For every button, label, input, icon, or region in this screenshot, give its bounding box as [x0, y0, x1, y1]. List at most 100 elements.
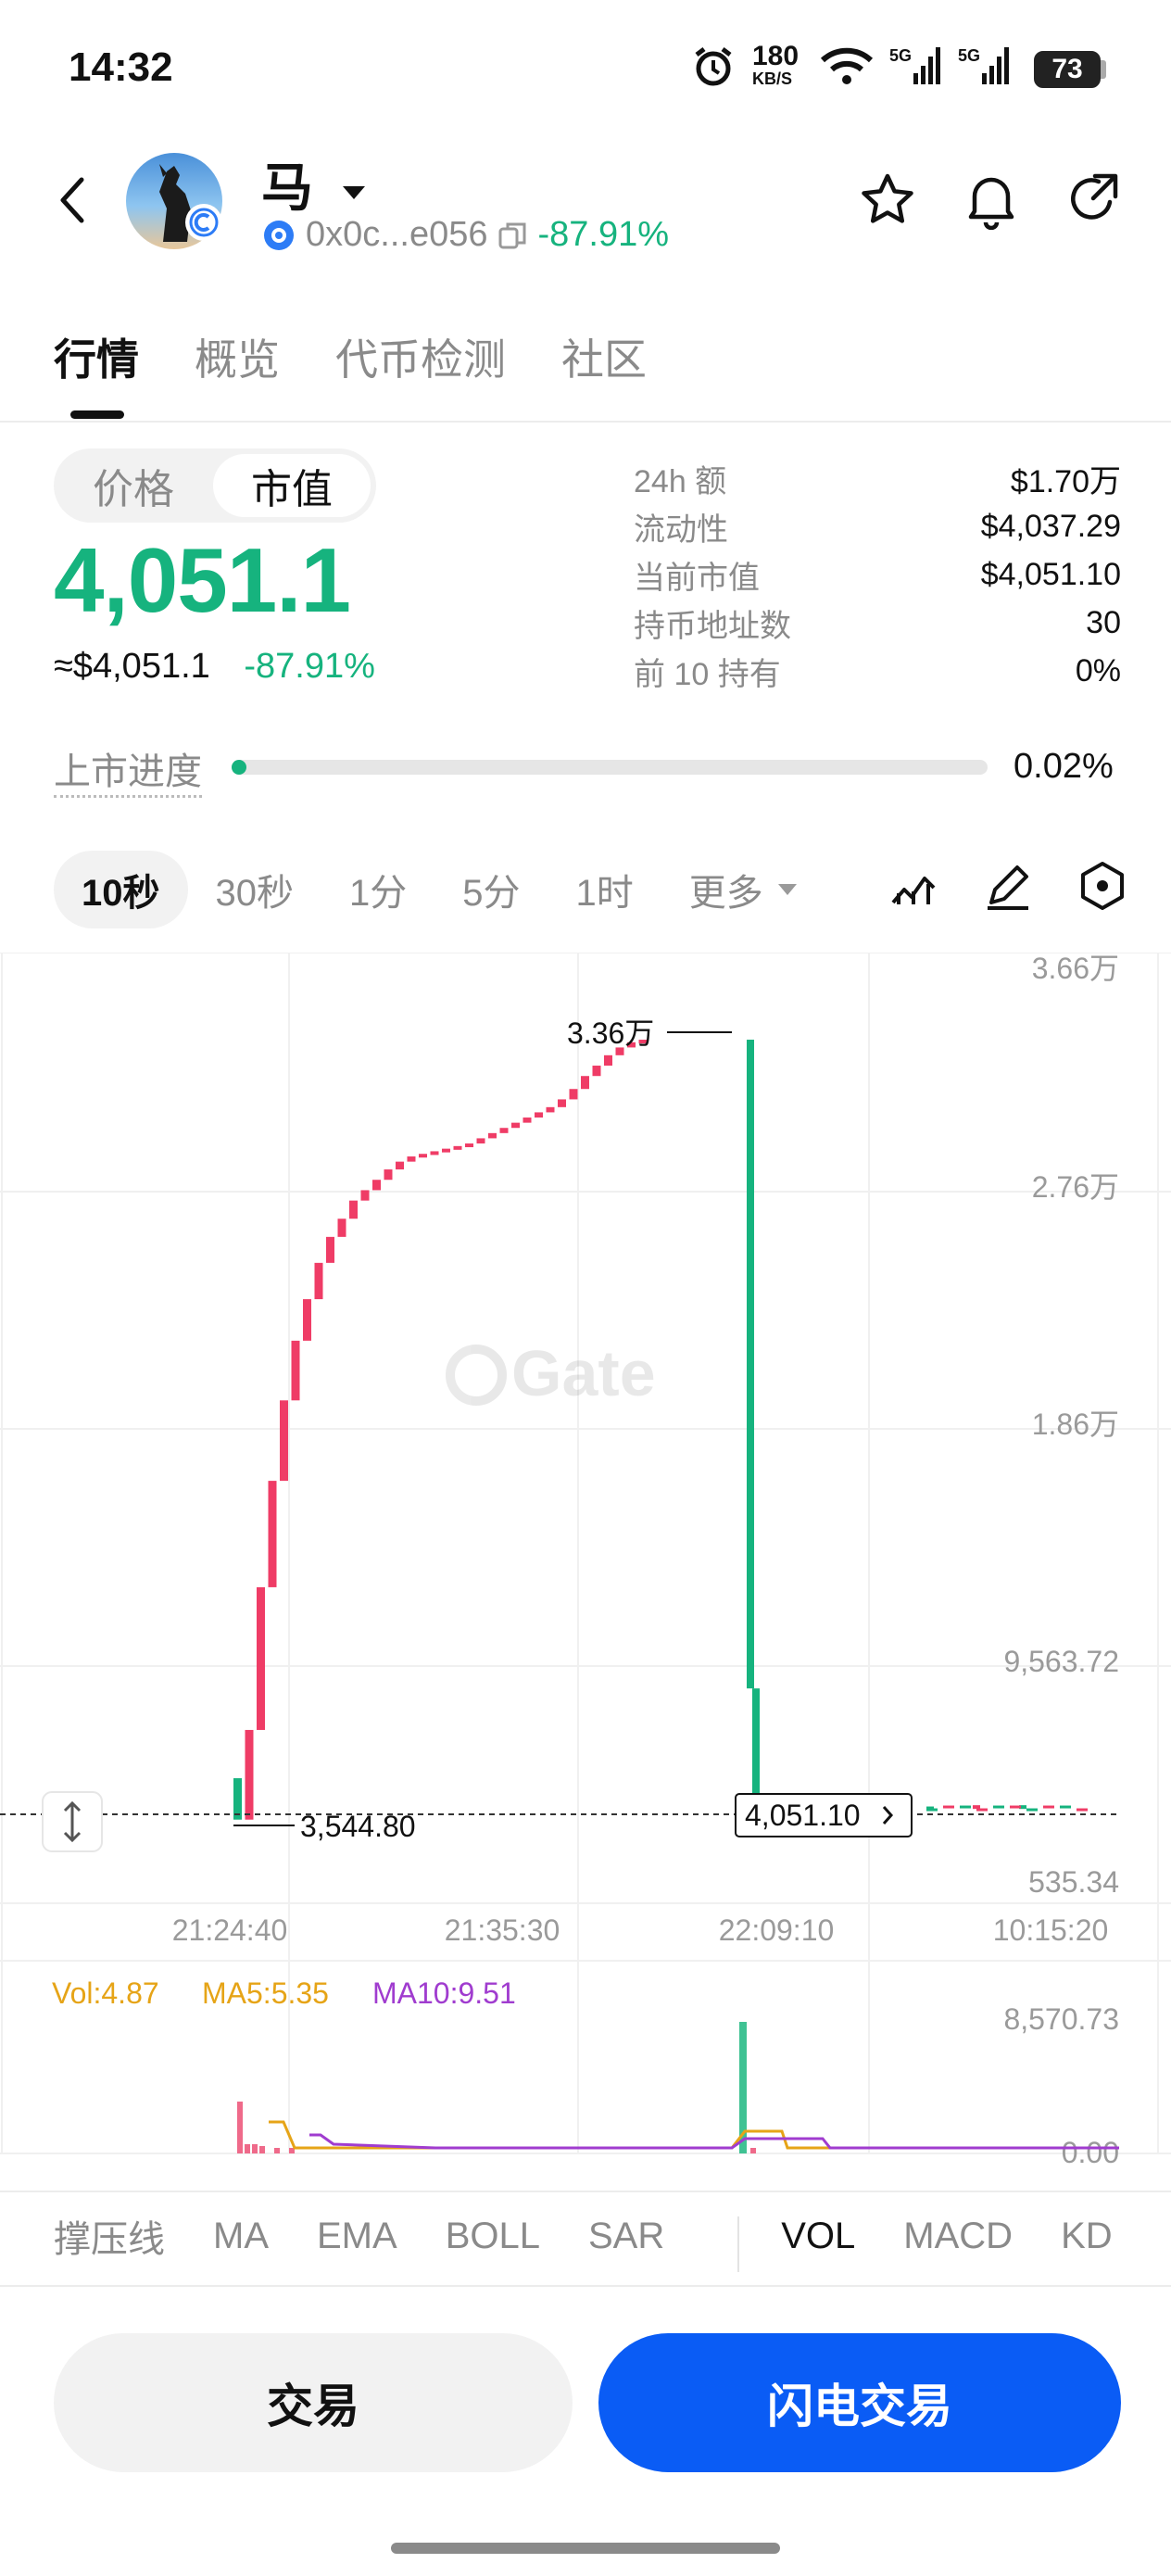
token-address-row: 0x0c...e056 -87.91% [261, 215, 669, 255]
candle [523, 1118, 532, 1123]
caret-down-icon [342, 186, 365, 200]
indicator-support-resistance[interactable]: 撑压线 [54, 2209, 165, 2263]
indicator-sar[interactable]: SAR [588, 2216, 664, 2257]
copy-icon[interactable] [497, 220, 528, 251]
x-axis-label: 21:35:30 [445, 1913, 560, 1947]
ma5-legend: MA5:5.35 [202, 1976, 329, 2010]
candle [960, 1805, 971, 1809]
listing-progress-label[interactable]: 上市进度 [54, 741, 202, 798]
vol-ma5-line [269, 2120, 1119, 2150]
tab-market[interactable]: 行情 [54, 326, 139, 387]
usd-change: -87.91% [244, 647, 375, 686]
price-mcap-toggle: 价格 市值 [54, 448, 376, 523]
segment-market-cap[interactable]: 市值 [213, 454, 371, 517]
indicator-bar: 撑压线 MA EMA BOLL SAR VOL MACD KD [54, 2209, 1113, 2263]
high-label: 3.36万 [567, 1017, 654, 1050]
interval-1m[interactable]: 1分 [321, 851, 434, 928]
tab-community[interactable]: 社区 [561, 326, 647, 387]
candle [1043, 1805, 1054, 1809]
home-indicator[interactable] [391, 2543, 780, 2554]
candle [326, 1236, 334, 1263]
ma10-legend: MA10:9.51 [372, 1976, 516, 2010]
stat-row: 24h 额 $1.70万 [634, 454, 1121, 502]
interval-5m[interactable]: 5分 [434, 851, 548, 928]
candle [511, 1122, 520, 1129]
volume-bar [259, 2146, 265, 2153]
main-value: 4,051.1 [54, 529, 351, 631]
hexagon-settings-icon [1081, 862, 1124, 910]
y-axis-label: 9,563.72 [1003, 1645, 1119, 1678]
candle [396, 1161, 404, 1170]
volume-bar [245, 2144, 250, 2153]
stat-value: $1.70万 [1010, 463, 1121, 499]
favorite-button[interactable] [858, 170, 917, 230]
listing-progress-fill [232, 760, 246, 775]
volume-bar [750, 2148, 756, 2153]
candle [993, 1805, 1004, 1809]
volume-bar [252, 2144, 258, 2153]
tab-overview[interactable]: 概览 [195, 326, 280, 387]
interval-more-label: 更多 [688, 873, 763, 914]
listing-progress-value: 0.02% [1014, 747, 1114, 786]
interval-1h[interactable]: 1时 [548, 851, 661, 928]
indicator-boll[interactable]: BOLL [446, 2216, 540, 2257]
candle [1010, 1805, 1021, 1809]
token-address: 0x0c...e056 [306, 215, 488, 254]
alert-button[interactable] [962, 169, 1021, 231]
indicator-kd[interactable]: KD [1061, 2216, 1113, 2257]
trade-button[interactable]: 交易 [54, 2333, 573, 2472]
candle [303, 1299, 311, 1341]
scale-toggle-button[interactable] [42, 1791, 103, 1852]
stat-value: 30 [1086, 604, 1121, 640]
interval-10s[interactable]: 10秒 [54, 851, 188, 928]
chart-indicator-icon [891, 877, 936, 904]
chart-settings-button[interactable] [1077, 860, 1128, 912]
interval-30s[interactable]: 30秒 [188, 851, 322, 928]
usd-value-row: ≈$4,051.1 -87.91% [54, 647, 375, 687]
flash-trade-button[interactable]: 闪电交易 [598, 2333, 1121, 2472]
tab-token-check[interactable]: 代币检测 [335, 326, 506, 387]
current-price-label: 4,051.10 [745, 1799, 861, 1832]
stat-label: 流动性 [634, 511, 728, 548]
candle [337, 1219, 346, 1237]
candle [372, 1180, 381, 1191]
indicator-macd[interactable]: MACD [903, 2216, 1013, 2257]
indicator-vol[interactable]: VOL [781, 2216, 855, 2257]
candle [499, 1128, 509, 1133]
header-change: -87.91% [537, 215, 670, 254]
stat-row: 流动性 $4,037.29 [634, 502, 1121, 550]
segment-price[interactable]: 价格 [59, 454, 208, 517]
candle [943, 1805, 954, 1809]
share-button[interactable] [1065, 170, 1125, 230]
candle [546, 1106, 555, 1113]
interval-more[interactable]: 更多 [661, 851, 826, 928]
net-speed: 180 KB/S [752, 41, 800, 88]
price-chart[interactable]: Gate 3.66万 2.76万 1.86万 9,563.72 535.34 2… [0, 952, 1171, 2181]
back-button[interactable] [50, 172, 96, 228]
candle [926, 1808, 938, 1812]
token-name[interactable]: 马 [261, 146, 367, 221]
battery-icon: 73 [1034, 51, 1101, 88]
back-arrow-icon [60, 177, 84, 223]
stat-label: 24h 额 [634, 463, 727, 499]
candle [1077, 1808, 1088, 1812]
candle [535, 1112, 543, 1118]
candle [442, 1148, 450, 1153]
y-axis-label: 3.66万 [1032, 953, 1119, 985]
draw-tool-button[interactable] [982, 860, 1034, 912]
x-axis-label: 10:15:20 [993, 1913, 1109, 1947]
indicator-ema[interactable]: EMA [317, 2216, 397, 2257]
pencil-icon [988, 865, 1028, 910]
alarm-icon [691, 43, 736, 89]
stat-row: 当前市值 $4,051.10 [634, 550, 1121, 599]
indicator-tool-button[interactable] [888, 860, 939, 912]
candle [430, 1151, 439, 1155]
stat-value: $4,051.10 [980, 556, 1121, 592]
indicator-ma[interactable]: MA [213, 2216, 269, 2257]
gate-watermark: Gate [446, 1337, 656, 1409]
chain-icon [189, 208, 219, 237]
candle [314, 1262, 323, 1300]
chain-logo-icon [264, 220, 294, 250]
stat-label: 当前市值 [634, 560, 760, 596]
current-price-tag[interactable]: 4,051.10 [735, 1793, 913, 1837]
